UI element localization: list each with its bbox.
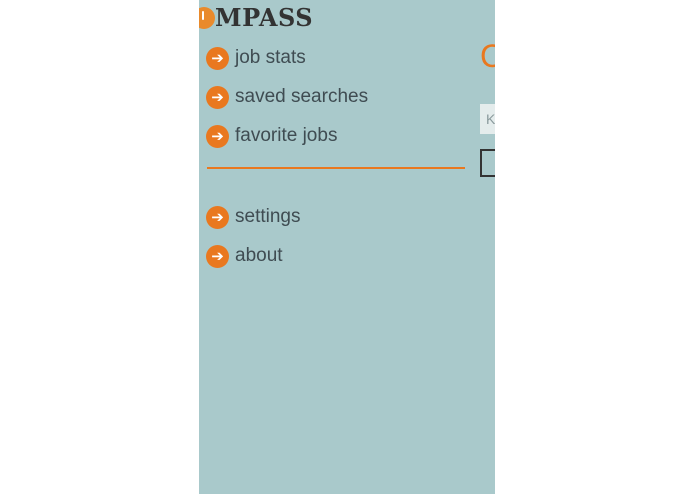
arrow-right-icon: ➔ — [206, 205, 229, 229]
menu-item-saved-searches[interactable]: ➔ saved searches — [206, 82, 368, 112]
menu-item-settings[interactable]: ➔ settings — [206, 202, 300, 232]
app-title: MPASS — [215, 3, 314, 32]
peek-button[interactable] — [480, 149, 495, 177]
menu-item-favorite-jobs[interactable]: ➔ favorite jobs — [206, 121, 337, 151]
menu-item-label: job stats — [235, 47, 306, 68]
arrow-right-icon: ➔ — [206, 124, 229, 148]
app-header: MPASS — [199, 2, 329, 32]
arrow-right-icon: ➔ — [206, 46, 229, 70]
menu-item-job-stats[interactable]: ➔ job stats — [206, 43, 306, 73]
menu-item-label: favorite jobs — [235, 125, 338, 146]
menu-item-label: saved searches — [235, 86, 369, 107]
peek-input-placeholder: K — [486, 111, 495, 127]
menu-item-about[interactable]: ➔ about — [206, 241, 283, 271]
peek-search-input[interactable]: K — [480, 104, 495, 134]
menu-divider — [207, 167, 465, 169]
peek-page-title: C — [480, 38, 495, 74]
arrow-right-icon: ➔ — [206, 244, 229, 268]
arrow-right-icon: ➔ — [206, 85, 229, 109]
compass-logo-icon — [199, 7, 215, 29]
app-panel: MPASS ➔ job stats ➔ saved searches ➔ fav… — [199, 0, 495, 494]
menu-item-label: settings — [235, 206, 301, 227]
menu-item-label: about — [235, 245, 283, 266]
